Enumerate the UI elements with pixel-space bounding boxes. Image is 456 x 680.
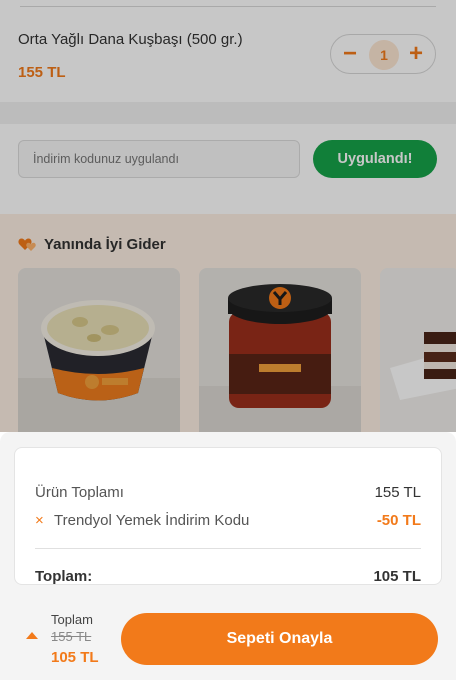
subtotal-label: Ürün Toplamı	[35, 484, 124, 501]
footer-total-label: Toplam	[51, 612, 93, 627]
total-value: 105 TL	[373, 568, 421, 585]
cart-page: Orta Yağlı Dana Kuşbaşı (500 gr.) 155 TL…	[0, 0, 456, 432]
confirm-cart-button[interactable]: Sepeti Onayla	[121, 613, 438, 665]
subtotal-value: 155 TL	[374, 484, 421, 501]
dim-overlay[interactable]	[0, 0, 456, 432]
footer-new-price: 105 TL	[51, 649, 99, 666]
discount-label: Trendyol Yemek İndirim Kodu	[54, 512, 250, 529]
divider	[35, 548, 421, 549]
footer-old-price: 155 TL	[51, 629, 92, 644]
summary-card: Ürün Toplamı 155 TL × Trendyol Yemek İnd…	[14, 447, 442, 585]
remove-discount-icon[interactable]: ×	[35, 512, 44, 529]
discount-value: -50 TL	[376, 512, 421, 529]
caret-up-icon[interactable]	[26, 632, 38, 639]
checkout-footer: Toplam 155 TL 105 TL Sepeti Onayla	[0, 597, 456, 680]
total-label: Toplam:	[35, 568, 93, 585]
